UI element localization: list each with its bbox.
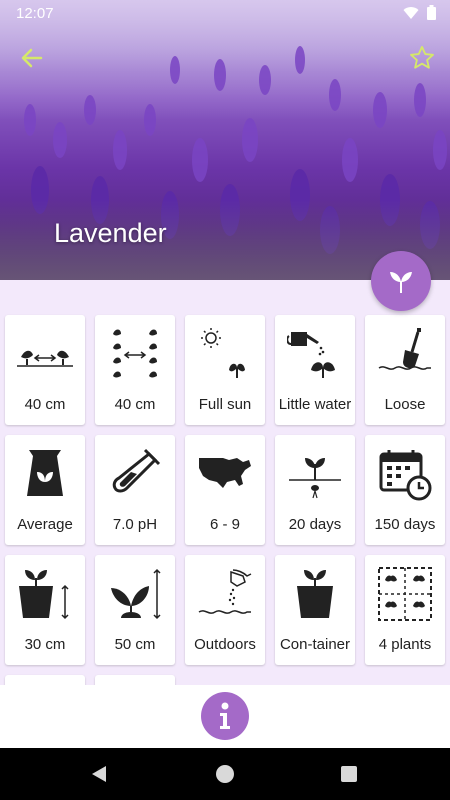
tile-row-spacing[interactable]: 40 cm bbox=[95, 315, 175, 425]
plant-info-grid: 40 cm 40 cm Full sun Little water Loose … bbox=[5, 315, 447, 785]
sprout-icon bbox=[390, 272, 412, 293]
tile-plant-height[interactable]: 50 cm bbox=[95, 555, 175, 665]
watering-can-icon bbox=[287, 332, 335, 378]
wifi-icon bbox=[403, 6, 419, 19]
sowing-hand-icon bbox=[198, 569, 252, 614]
tile-label: 40 cm bbox=[24, 396, 66, 413]
tile-germination[interactable]: 20 days bbox=[275, 435, 355, 545]
tile-sowing[interactable]: Outdoors bbox=[185, 555, 265, 665]
info-icon bbox=[220, 702, 230, 729]
usa-map-icon bbox=[199, 458, 251, 488]
tile-ph[interactable]: 7.0 pH bbox=[95, 435, 175, 545]
tile-soil[interactable]: Average bbox=[5, 435, 85, 545]
test-tube-icon bbox=[112, 448, 161, 493]
plants-per-area-icon bbox=[378, 567, 432, 621]
tile-label: Average bbox=[17, 516, 73, 533]
status-time: 12:07 bbox=[16, 5, 54, 22]
tile-label: 4 plants bbox=[378, 636, 432, 653]
tile-container[interactable]: Con-tainer bbox=[275, 555, 355, 665]
tile-label: 6 - 9 bbox=[209, 516, 240, 533]
tile-label: 30 cm bbox=[24, 636, 66, 653]
pot-depth-icon bbox=[19, 570, 69, 620]
tile-label: 150 days bbox=[374, 516, 436, 533]
info-button[interactable] bbox=[201, 692, 249, 740]
tile-label: 50 cm bbox=[114, 636, 156, 653]
tile-harvest-time[interactable]: 150 days bbox=[365, 435, 445, 545]
plant-height-icon bbox=[111, 568, 161, 620]
tile-label: Con-tainer bbox=[279, 636, 351, 653]
tile-label: Little water bbox=[278, 396, 352, 413]
row-spacing-icon bbox=[113, 329, 157, 378]
tile-plants-per-area[interactable]: 4 plants bbox=[365, 555, 445, 665]
plant-action-button[interactable] bbox=[371, 251, 431, 311]
battery-icon bbox=[427, 5, 436, 20]
status-bar: 12:07 bbox=[0, 0, 450, 28]
favorite-button[interactable] bbox=[408, 44, 436, 72]
sprouting-seed-icon bbox=[289, 458, 341, 499]
tile-soil-type[interactable]: Loose bbox=[365, 315, 445, 425]
soil-bag-icon bbox=[27, 450, 63, 496]
tile-hardiness-zone[interactable]: 6 - 9 bbox=[185, 435, 265, 545]
nav-home-icon[interactable] bbox=[216, 765, 234, 783]
plant-title: Lavender bbox=[54, 218, 167, 248]
tile-label: 7.0 pH bbox=[112, 516, 158, 533]
full-sun-icon bbox=[201, 328, 245, 378]
back-button[interactable] bbox=[18, 44, 46, 72]
shovel-icon bbox=[378, 328, 431, 370]
tile-label: 20 days bbox=[288, 516, 342, 533]
calendar-clock-icon bbox=[379, 450, 432, 501]
tile-label: Full sun bbox=[198, 396, 252, 413]
plant-spacing-icon bbox=[17, 350, 73, 367]
tile-pot-depth[interactable]: 30 cm bbox=[5, 555, 85, 665]
nav-recents-icon[interactable] bbox=[341, 766, 357, 782]
arrow-left-icon bbox=[21, 48, 43, 68]
container-pot-icon bbox=[297, 570, 333, 618]
star-outline-icon bbox=[410, 45, 434, 69]
tile-sun[interactable]: Full sun bbox=[185, 315, 265, 425]
tile-label: Outdoors bbox=[194, 636, 256, 653]
tile-label: Loose bbox=[384, 396, 426, 413]
nav-back-icon[interactable] bbox=[90, 764, 108, 784]
tile-water[interactable]: Little water bbox=[275, 315, 355, 425]
tile-label: 40 cm bbox=[114, 396, 156, 413]
system-navigation-bar bbox=[0, 748, 450, 800]
tile-plant-spacing[interactable]: 40 cm bbox=[5, 315, 85, 425]
